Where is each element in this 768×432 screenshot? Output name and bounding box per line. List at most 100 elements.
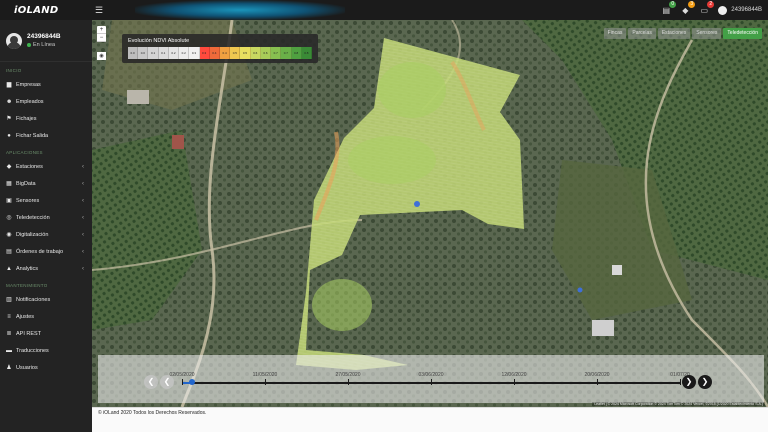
timeline-date-label[interactable]: 20/06/2020 xyxy=(584,372,609,378)
user-icon: ♟ xyxy=(6,365,12,371)
mail-icon[interactable]: ▭ 2 xyxy=(699,1,715,15)
header-banner-graphic xyxy=(135,0,345,20)
sidebar: 24396844B En Línea INICIO ▆ Empresas ☻ Emple… xyxy=(0,20,92,432)
sidebar-item-empleados[interactable]: ☻ Empleados xyxy=(0,93,92,110)
sidebar-item-label: Fichar Salida xyxy=(16,132,49,139)
cart-icon[interactable]: ▤ 0 xyxy=(661,1,677,15)
sidebar-item-fichajes[interactable]: ⚑ Fichajes xyxy=(0,110,92,127)
profile-status-label: En Línea xyxy=(33,42,56,48)
chevron-left-icon: ‹ xyxy=(82,197,84,204)
sidebar-item--rdenes-de-trabajo[interactable]: ▤ Órdenes de trabajo ‹ xyxy=(0,243,92,260)
sidebar-item-analytics[interactable]: ▲ Analytics ‹ xyxy=(0,260,92,277)
notification-badge: 3 xyxy=(688,1,696,8)
users-icon: ☻ xyxy=(6,98,13,105)
sidebar-item-ajustes[interactable]: ≡ Ajustes xyxy=(0,308,92,325)
sidebar-item-label: Empleados xyxy=(16,98,44,105)
sidebar-section-title: MANTENIMIENTO xyxy=(6,283,48,288)
exit-icon: ● xyxy=(7,132,11,139)
tab-teledetecci-n[interactable]: Teledetección xyxy=(723,28,762,39)
chevron-left-icon: ‹ xyxy=(82,248,84,255)
satellite-icon: ◎ xyxy=(6,215,12,221)
legend-title: Evolución NDVI Absolute xyxy=(128,38,190,44)
timeline-first-button[interactable]: ❮ xyxy=(144,375,158,389)
layers-icon[interactable]: ◉ xyxy=(97,52,106,60)
bell-icon[interactable]: ◆ 3 xyxy=(680,1,696,15)
profile-status: En Línea xyxy=(27,42,61,48)
timeline-tick xyxy=(680,379,681,385)
sidebar-item-usuarios[interactable]: ♟ Usuarios xyxy=(0,359,92,376)
online-status-icon xyxy=(27,43,31,47)
timeline-date-label[interactable]: 12/06/2020 xyxy=(501,372,526,378)
legend-swatch: 0.7 xyxy=(281,47,292,59)
legend-swatch: 0.2 xyxy=(179,47,190,59)
sidebar-item-label: Usuarios xyxy=(16,364,38,371)
legend-swatch: 0.0 xyxy=(128,47,139,59)
timeline-date-label[interactable]: 11/05/2020 xyxy=(253,372,278,378)
brand-logo[interactable]: iOLAND xyxy=(0,5,92,16)
message-badge: 2 xyxy=(707,1,715,8)
tab-parcelas[interactable]: Parcelas xyxy=(628,28,656,39)
timeline-handle[interactable] xyxy=(188,379,195,385)
sidebar-item-estaciones[interactable]: ◆ Estaciones ‹ xyxy=(0,158,92,175)
chevron-left-icon: ‹ xyxy=(82,231,84,238)
sidebar-section-title: INICIO xyxy=(6,68,22,73)
chevron-left-icon: ‹ xyxy=(82,180,84,187)
timeline-tick xyxy=(597,379,598,385)
legend-swatch: 0.4 xyxy=(209,47,220,59)
sidebar-item-notificaciones[interactable]: ▥ Notificaciones xyxy=(0,291,92,308)
sidebar-item-traducciones[interactable]: ▬ Traducciones xyxy=(0,342,92,359)
sidebar-item-label: Órdenes de trabajo xyxy=(16,248,64,255)
sidebar-item-sensores[interactable]: ▣ Sensores ‹ xyxy=(0,192,92,209)
tab-fincas[interactable]: Fincas xyxy=(603,28,627,39)
satellite-map-imagery xyxy=(92,20,768,407)
legend-swatch: 0.8 xyxy=(301,47,312,59)
zoom-in-button[interactable]: + xyxy=(97,26,106,34)
timeline-tick xyxy=(431,379,432,385)
app-root: iOLAND ☰ ▤ 0 ◆ 3 ▭ 2 24396844B 24396844B En… xyxy=(0,0,768,432)
map-view[interactable]: + − ◉ Evolución NDVI Absolute 0.0 0.0 0.1 0… xyxy=(92,20,768,407)
sidebar-item-label: Digitalización xyxy=(16,231,49,238)
chevron-left-icon: ‹ xyxy=(82,265,84,272)
sidebar-nav: INICIO ▆ Empresas ☻ Empleados ⚑ Fichajes ● Ficha… xyxy=(0,62,92,376)
sensor-marker-icon[interactable] xyxy=(414,201,420,207)
sidebar-item-label: API REST xyxy=(16,330,42,337)
sidebar-item-digitalizaci-n[interactable]: ◉ Digitalización ‹ xyxy=(0,226,92,243)
legend-swatch: 0.1 xyxy=(158,47,169,59)
sidebar-item-label: BigData xyxy=(16,180,36,187)
sidebar-item-fichar-salida[interactable]: ● Fichar Salida xyxy=(0,127,92,144)
legend-swatch: 0.0 xyxy=(138,47,149,59)
timeline-play-button[interactable]: ❯ xyxy=(698,375,712,389)
menu-toggle-icon[interactable]: ☰ xyxy=(92,3,106,17)
timeline-panel: ❮ ❮ 02/05/2020 11/05/2020 27/05/2020 03/06/… xyxy=(98,355,764,403)
sidebar-item-label: Ajustes xyxy=(16,313,35,320)
legend-swatch: 0.4 xyxy=(219,47,231,59)
settings-icon: ≡ xyxy=(7,313,11,320)
timeline-date-label[interactable]: 27/05/2020 xyxy=(335,372,360,378)
sidebar-item-label: Analytics xyxy=(16,265,39,272)
timeline-next-button[interactable]: ❯ xyxy=(682,375,696,389)
profile-name: 24396844B xyxy=(27,33,61,40)
sidebar-item-teledetecci-n[interactable]: ◎ Teledetección ‹ xyxy=(0,209,92,226)
tab-sensores[interactable]: Sensores xyxy=(692,28,722,39)
tab-estaciones[interactable]: Estaciones xyxy=(657,28,691,39)
legend-swatch: 0.6 xyxy=(260,47,272,59)
station-marker-icon[interactable] xyxy=(577,287,583,293)
timeline-tick xyxy=(265,379,266,385)
sidebar-item-label: Teledetección xyxy=(16,214,50,221)
legend-swatch: 0.2 xyxy=(168,47,180,59)
zoom-out-button[interactable]: − xyxy=(97,34,106,42)
legend-swatch: 0.5 xyxy=(240,47,251,59)
database-icon: ▦ xyxy=(6,181,12,187)
footer-copyright: © iOLand 2020 Todos los Derechos Reserva… xyxy=(98,410,207,416)
top-navbar: iOLAND ☰ ▤ 0 ◆ 3 ▭ 2 24396844B xyxy=(0,0,768,20)
sidebar-item-bigdata[interactable]: ▦ BigData ‹ xyxy=(0,175,92,192)
map-attribution: Leaflet | © 2024 Microsoft Corporation ©… xyxy=(592,402,765,406)
profile-avatar xyxy=(6,32,22,49)
sidebar-item-empresas[interactable]: ▆ Empresas xyxy=(0,76,92,93)
legend-swatch: 0.3 xyxy=(199,47,210,59)
user-menu[interactable]: 24396844B xyxy=(718,5,762,15)
timeline-date-label[interactable]: 02/05/2020 xyxy=(169,372,194,378)
timeline-date-label[interactable]: 03/06/2020 xyxy=(418,372,443,378)
sidebar-item-label: Estaciones xyxy=(16,163,43,170)
sidebar-item-api-rest[interactable]: ≣ API REST xyxy=(0,325,92,342)
